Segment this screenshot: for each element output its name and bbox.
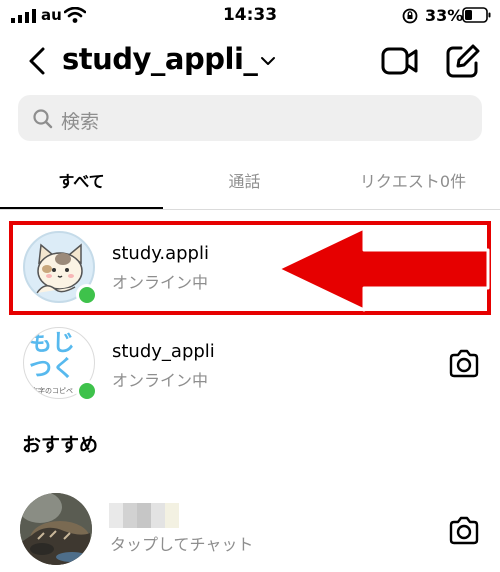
search-icon [33,109,53,129]
tab-divider [0,209,500,210]
battery-icon [462,7,491,23]
camera-icon[interactable] [447,516,481,546]
account-title[interactable]: study_appli_ [62,42,258,76]
conversation-status: オンライン中 [112,371,209,390]
tab-requests[interactable]: リクエスト0件 [326,168,500,192]
orientation-lock-icon [402,8,418,24]
battery-percentage: 33% [425,6,464,25]
cat-photo-image [20,493,92,565]
chevron-down-icon[interactable] [260,55,276,67]
pointing-arrow-icon [276,226,490,312]
status-bar: au 14:33 33% [0,0,500,30]
search-input[interactable]: 検索 [61,107,99,134]
tab-calls[interactable]: 通話 [163,168,326,192]
new-message-icon[interactable] [445,43,481,79]
blurred-name [109,503,183,528]
back-arrow-icon[interactable] [27,46,47,76]
tab-all[interactable]: すべて [0,168,163,192]
avatar[interactable] [20,493,92,565]
video-call-icon[interactable] [381,45,419,77]
recommended-status: タップしてチャット [110,535,254,554]
avatar-tagline: 文字のコピペ [31,387,73,395]
avatar-text: つく [29,356,75,382]
camera-icon[interactable] [447,349,481,379]
section-title-recommended: おすすめ [22,434,99,456]
conversation-name: study_appli [112,341,215,362]
online-status-dot [76,380,98,402]
avatar-text: もじ [29,330,75,356]
